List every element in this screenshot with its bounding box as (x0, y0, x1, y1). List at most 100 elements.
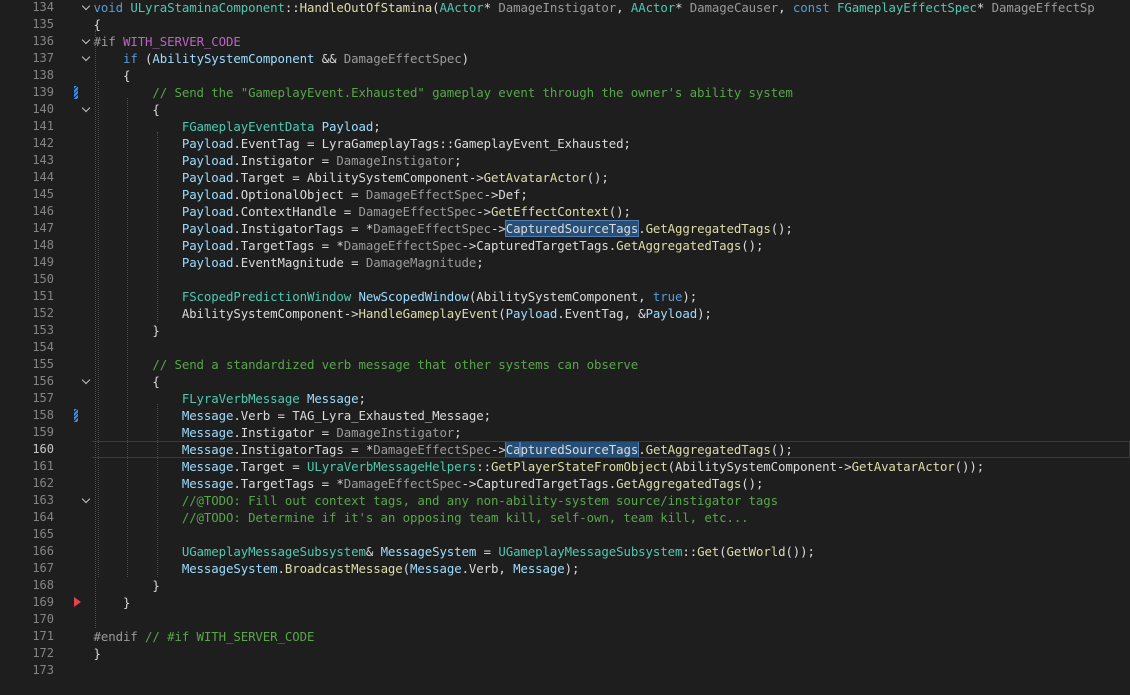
code-line-135[interactable]: 135{ (0, 16, 1130, 33)
code-token: , (616, 0, 631, 15)
code-token: ->CapturedTargetTags. (461, 238, 617, 253)
code-line-166[interactable]: 166 UGameplayMessageSubsystem& MessageSy… (0, 543, 1130, 560)
code-text[interactable]: Payload.Instigator = DamageInstigator; (94, 152, 462, 169)
fold-chevron-icon[interactable] (80, 33, 92, 50)
code-token: Message (181, 476, 234, 491)
code-line-163[interactable]: 163 //@TODO: Fill out context tags, and … (0, 492, 1130, 509)
code-text[interactable]: { (94, 67, 130, 84)
code-token: && (314, 51, 344, 66)
code-token: ; (358, 391, 366, 406)
code-text[interactable]: // Send a standardized verb message that… (94, 356, 638, 373)
code-token: . (638, 221, 646, 236)
code-line-145[interactable]: 145 Payload.OptionalObject = DamageEffec… (0, 186, 1130, 203)
code-text[interactable]: //@TODO: Determine if it's an opposing t… (94, 509, 749, 526)
code-text[interactable]: MessageSystem.BroadcastMessage(Message.V… (94, 560, 580, 577)
code-line-156[interactable]: 156 { (0, 373, 1130, 390)
code-line-157[interactable]: 157 FLyraVerbMessage Message; (0, 390, 1130, 407)
line-number: 135 (32, 17, 54, 31)
code-line-153[interactable]: 153 } (0, 322, 1130, 339)
code-text[interactable]: Payload.ContextHandle = DamageEffectSpec… (94, 203, 631, 220)
code-text[interactable]: UGameplayMessageSubsystem& MessageSystem… (94, 543, 815, 560)
line-number: 169 (32, 595, 54, 609)
code-text[interactable]: Payload.EventMagnitude = DamageMagnitude… (94, 254, 484, 271)
code-line-155[interactable]: 155 // Send a standardized verb message … (0, 356, 1130, 373)
code-line-150[interactable]: 150 (0, 271, 1130, 288)
code-text[interactable]: } (94, 594, 130, 611)
code-line-171[interactable]: 171 #endif // #if WITH_SERVER_CODE (0, 628, 1130, 645)
code-line-154[interactable]: 154 (0, 339, 1130, 356)
fold-chevron-icon[interactable] (80, 50, 92, 67)
code-line-146[interactable]: 146 Payload.ContextHandle = DamageEffect… (0, 203, 1130, 220)
code-text[interactable]: Message.Instigator = DamageInstigator; (94, 424, 462, 441)
code-text[interactable]: // Send the "GameplayEvent.Exhausted" ga… (94, 84, 792, 101)
code-line-147[interactable]: 147 Payload.InstigatorTags = *DamageEffe… (0, 220, 1130, 237)
code-token: CapturedSourceTags (504, 220, 640, 237)
line-number: 139 (32, 85, 54, 99)
code-line-161[interactable]: 161 Message.Target = ULyraVerbMessageHel… (0, 458, 1130, 475)
fold-chevron-icon[interactable] (80, 492, 92, 509)
code-line-143[interactable]: 143 Payload.Instigator = DamageInstigato… (0, 152, 1130, 169)
code-text[interactable]: } (94, 645, 101, 662)
code-line-148[interactable]: 148 Payload.TargetTags = *DamageEffectSp… (0, 237, 1130, 254)
code-line-168[interactable]: 168 } (0, 577, 1130, 594)
code-line-173[interactable]: 173 (0, 662, 1130, 679)
code-line-141[interactable]: 141 FGameplayEventData Payload; (0, 118, 1130, 135)
code-text[interactable]: Payload.InstigatorTags = *DamageEffectSp… (94, 220, 793, 237)
code-text[interactable]: #endif // #if WITH_SERVER_CODE (94, 628, 315, 645)
code-text[interactable]: Message.Target = ULyraVerbMessageHelpers… (94, 458, 984, 475)
code-text[interactable]: Payload.EventTag = LyraGameplayTags::Gam… (94, 135, 631, 152)
code-text[interactable]: } (94, 577, 159, 594)
code-text[interactable]: FScopedPredictionWindow NewScopedWindow(… (94, 288, 697, 305)
code-line-151[interactable]: 151 FScopedPredictionWindow NewScopedWin… (0, 288, 1130, 305)
code-editor[interactable]: 134 void ULyraStaminaComponent::HandleOut… (0, 0, 1130, 695)
code-line-170[interactable]: 170 (0, 611, 1130, 628)
code-text[interactable]: Payload.TargetTags = *DamageEffectSpec->… (94, 237, 764, 254)
code-text[interactable]: //@TODO: Fill out context tags, and any … (94, 492, 778, 509)
code-line-149[interactable]: 149 Payload.EventMagnitude = DamageMagni… (0, 254, 1130, 271)
code-line-144[interactable]: 144 Payload.Target = AbilitySystemCompon… (0, 169, 1130, 186)
code-token: ; (476, 255, 484, 270)
fold-chevron-icon[interactable] (80, 101, 92, 118)
code-text[interactable]: Payload.OptionalObject = DamageEffectSpe… (94, 186, 528, 203)
fold-chevron-icon[interactable] (80, 0, 92, 16)
code-token: GetWorld (726, 544, 786, 559)
line-number: 155 (32, 357, 54, 371)
code-token: Payload (181, 136, 234, 151)
code-line-169[interactable]: 169 } (0, 594, 1130, 611)
code-line-140[interactable]: 140 { (0, 101, 1130, 118)
code-line-165[interactable]: 165 (0, 526, 1130, 543)
line-number: 154 (32, 340, 54, 354)
breakpoint-arrow-icon[interactable] (74, 597, 81, 607)
code-line-139[interactable]: 139 // Send the "GameplayEvent.Exhausted… (0, 84, 1130, 101)
code-token: FLyraVerbMessage (181, 391, 307, 406)
code-line-164[interactable]: 164 //@TODO: Determine if it's an opposi… (0, 509, 1130, 526)
line-number: 152 (32, 306, 54, 320)
code-line-136[interactable]: 136 #if WITH_SERVER_CODE (0, 33, 1130, 50)
code-line-142[interactable]: 142 Payload.EventTag = LyraGameplayTags:… (0, 135, 1130, 152)
code-line-162[interactable]: 162 Message.TargetTags = *DamageEffectSp… (0, 475, 1130, 492)
code-text[interactable]: void ULyraStaminaComponent::HandleOutOfS… (94, 0, 1095, 16)
code-token: .TargetTags = * (233, 238, 344, 253)
code-line-134[interactable]: 134 void ULyraStaminaComponent::HandleOut… (0, 0, 1130, 16)
fold-chevron-icon[interactable] (80, 373, 92, 390)
code-text[interactable]: AbilitySystemComponent->HandleGameplayEv… (94, 305, 712, 322)
code-line-172[interactable]: 172} (0, 645, 1130, 662)
code-token: GetPlayerStateFromObject (490, 459, 668, 474)
line-number: 173 (32, 663, 54, 677)
code-line-158[interactable]: 158 Message.Verb = TAG_Lyra_Exhausted_Me… (0, 407, 1130, 424)
code-token: .OptionalObject = (233, 187, 366, 202)
code-line-159[interactable]: 159 Message.Instigator = DamageInstigato… (0, 424, 1130, 441)
code-line-138[interactable]: 138 { (0, 67, 1130, 84)
code-text[interactable]: Message.Verb = TAG_Lyra_Exhausted_Messag… (94, 407, 491, 424)
code-line-137[interactable]: 137 if (AbilitySystemComponent && Damage… (0, 50, 1130, 67)
code-text[interactable]: FLyraVerbMessage Message; (94, 390, 366, 407)
code-text[interactable]: Message.TargetTags = *DamageEffectSpec->… (94, 475, 764, 492)
code-text[interactable]: #if WITH_SERVER_CODE (94, 33, 241, 50)
code-text[interactable]: Payload.Target = AbilitySystemComponent-… (94, 169, 609, 186)
code-token: Payload (181, 221, 234, 236)
code-text[interactable]: FGameplayEventData Payload; (94, 118, 381, 135)
code-line-167[interactable]: 167 MessageSystem.BroadcastMessage(Messa… (0, 560, 1130, 577)
code-text[interactable]: if (AbilitySystemComponent && DamageEffe… (94, 50, 469, 67)
code-line-152[interactable]: 152 AbilitySystemComponent->HandleGamepl… (0, 305, 1130, 322)
